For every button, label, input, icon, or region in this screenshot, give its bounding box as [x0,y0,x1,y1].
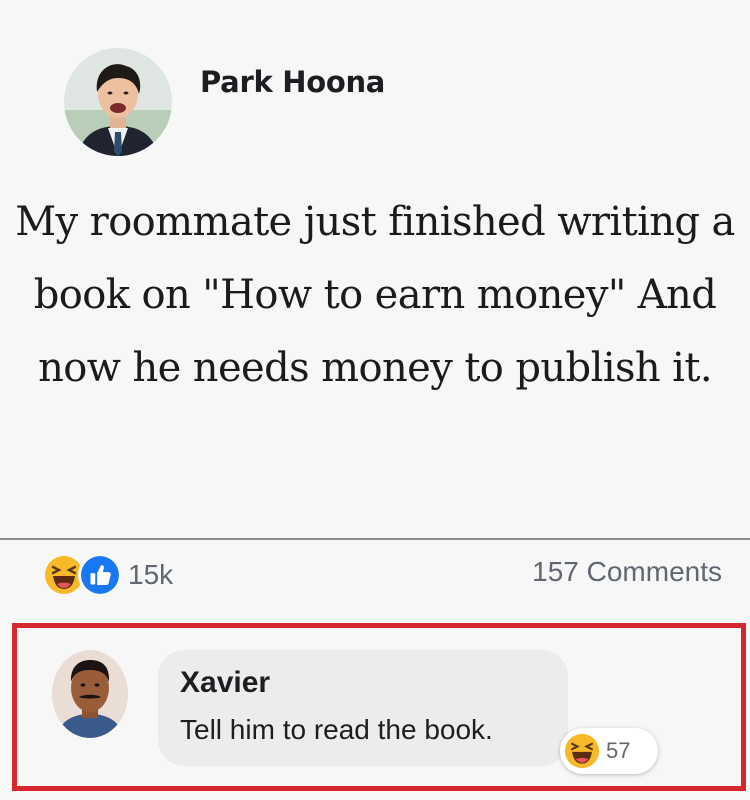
comment-reaction-count: 57 [606,738,631,763]
post-header: Park Hoona [64,48,385,156]
reaction-summary[interactable]: 15k [44,553,173,597]
reaction-count: 15k [128,559,174,590]
comment-reaction-badge[interactable]: 57 [560,728,658,774]
author-avatar[interactable] [64,48,172,156]
comments-count-link[interactable]: 157 Comments [532,556,722,588]
commenter-avatar[interactable] [52,650,128,738]
divider [0,538,750,540]
comment-text: Tell him to read the book. [180,714,493,745]
post-author-name[interactable]: Park Hoona [200,65,385,99]
commenter-name[interactable]: Xavier [180,666,270,700]
comment-bubble[interactable]: Xavier Tell him to read the book. [158,650,568,766]
haha-icon [564,733,600,769]
post-text: My roommate just finished writing a book… [15,199,735,391]
like-icon [78,553,122,597]
